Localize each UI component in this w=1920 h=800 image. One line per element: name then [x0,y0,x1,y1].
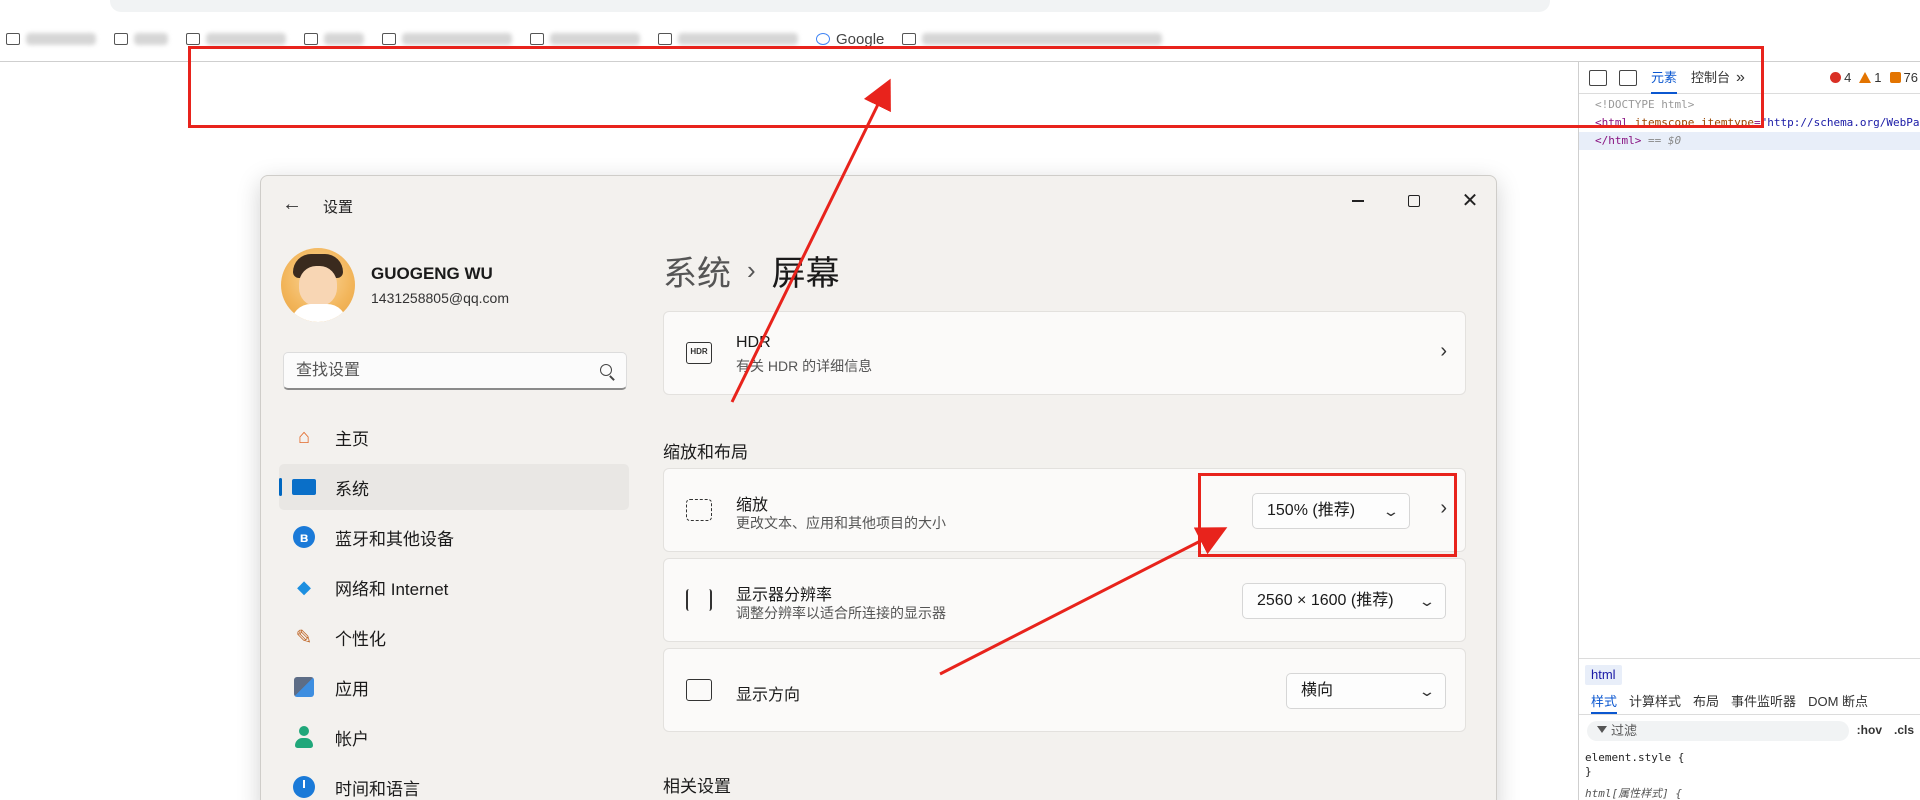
annotation-arrow-up [730,78,891,403]
annotation-arrow-right [939,527,1228,676]
annotation-arrows [730,78,1228,676]
